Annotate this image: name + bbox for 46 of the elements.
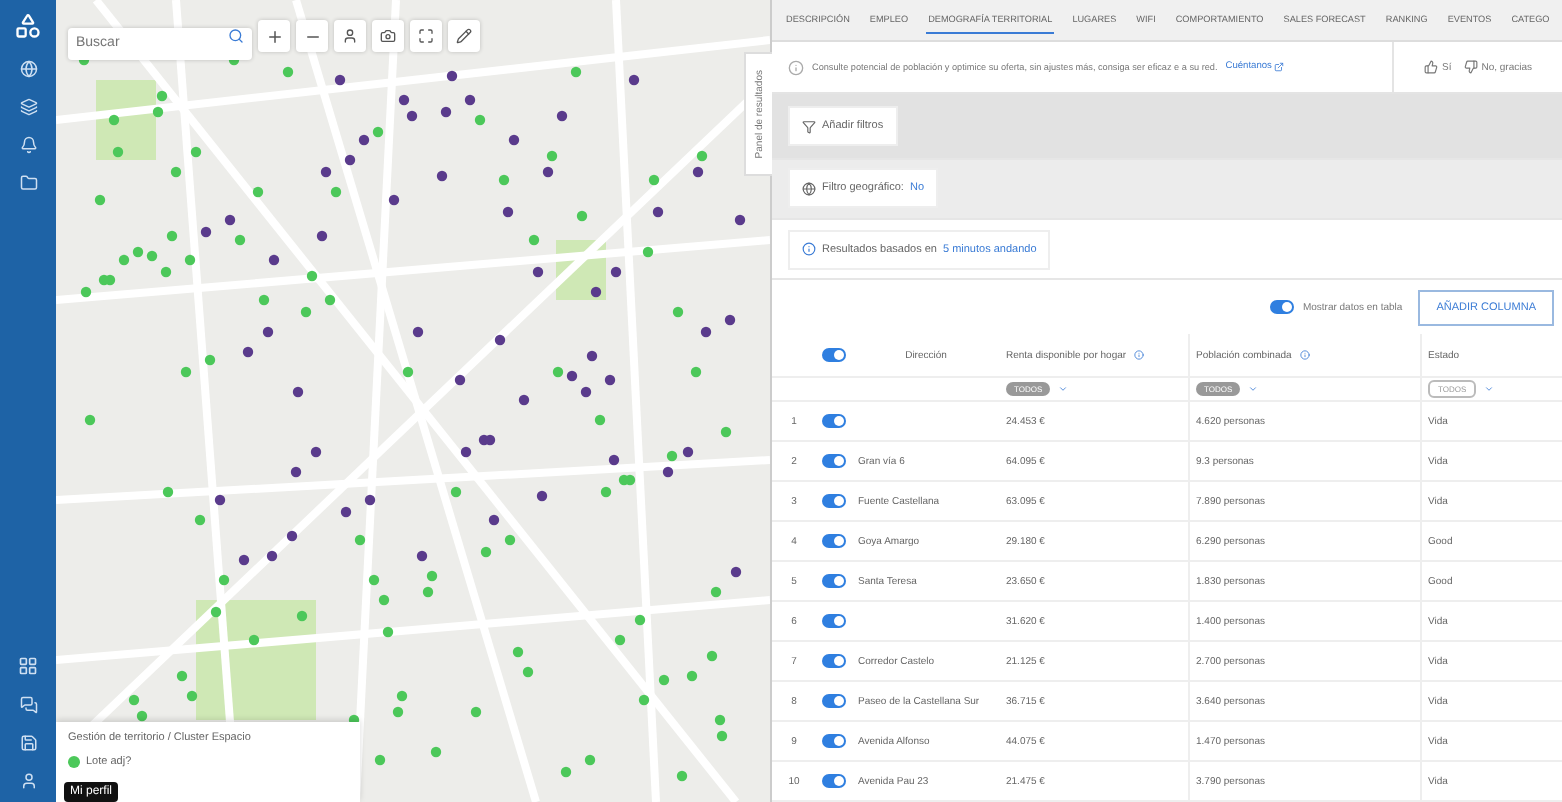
zoom-out-button[interactable] — [296, 20, 328, 52]
logo-icon — [14, 12, 42, 40]
row-toggle[interactable] — [822, 694, 846, 709]
row-toggle[interactable] — [822, 774, 846, 789]
row-toggle[interactable] — [822, 454, 846, 469]
thumbs-down-icon — [1463, 60, 1478, 75]
folder-icon[interactable] — [19, 174, 37, 192]
zoom-in-button[interactable] — [258, 20, 290, 52]
user-icon[interactable] — [19, 772, 37, 790]
info-icon — [802, 242, 816, 257]
row-toggle[interactable] — [822, 574, 846, 589]
fullscreen-icon — [418, 28, 434, 44]
caret-icon[interactable] — [1484, 384, 1495, 395]
bell-icon[interactable] — [19, 136, 37, 154]
row-toggle[interactable] — [822, 534, 846, 549]
plus-icon — [265, 27, 283, 45]
table-toggle[interactable] — [1270, 300, 1295, 315]
person-button[interactable] — [334, 20, 366, 52]
row-toggle[interactable] — [822, 494, 846, 509]
camera-button[interactable] — [372, 20, 404, 52]
layers-icon[interactable] — [19, 98, 37, 116]
info-icon — [1299, 350, 1310, 361]
row-toggle[interactable] — [822, 614, 846, 629]
save-icon[interactable] — [19, 734, 37, 752]
info-icon — [788, 59, 804, 76]
globe-icon[interactable] — [19, 60, 37, 78]
camera-icon — [380, 28, 396, 44]
person-icon — [342, 28, 358, 44]
external-link-icon — [1273, 62, 1284, 73]
row-toggle[interactable] — [822, 654, 846, 669]
globe-icon — [802, 181, 816, 196]
fullscreen-button[interactable] — [410, 20, 442, 52]
info-icon — [1134, 350, 1145, 361]
filter-icon — [802, 119, 816, 134]
row-toggle[interactable] — [822, 734, 846, 749]
draw-button[interactable] — [448, 20, 480, 52]
caret-icon[interactable] — [1058, 384, 1069, 395]
caret-icon[interactable] — [1248, 384, 1259, 395]
all-rows-toggle[interactable] — [822, 348, 846, 363]
chat-icon[interactable] — [19, 696, 37, 714]
row-toggle[interactable] — [822, 414, 846, 429]
thumbs-up-icon — [1423, 60, 1438, 75]
legend-dot — [68, 756, 80, 768]
search-icon — [228, 28, 244, 44]
grid-icon[interactable] — [18, 656, 38, 676]
pencil-icon — [456, 28, 472, 44]
